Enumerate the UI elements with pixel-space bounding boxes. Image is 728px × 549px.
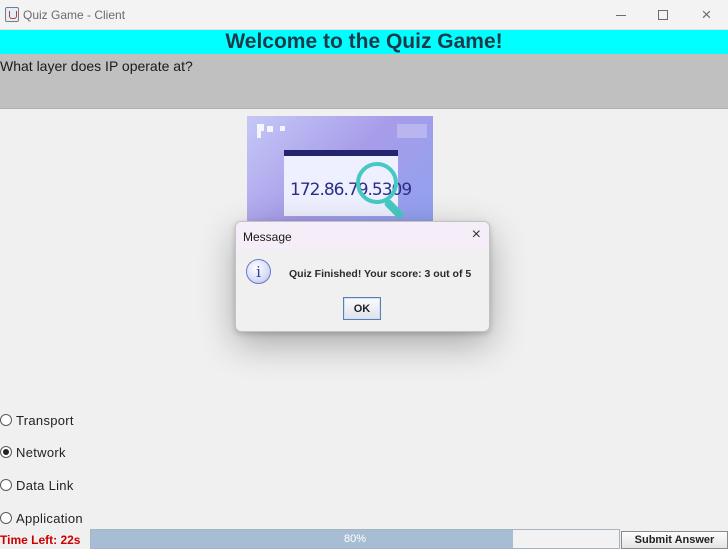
progress-bar: 80% [90,529,620,549]
minimize-button[interactable] [598,0,643,30]
dialog-title: Message [243,230,292,244]
question-text: What layer does IP operate at? [0,58,193,74]
radio-button[interactable] [0,479,12,491]
information-icon: i [246,259,271,284]
option-label: Application [16,510,83,526]
maximize-icon [657,10,668,20]
time-left-label: Time Left: 22s [0,533,81,547]
dialog-close-button[interactable]: × [472,226,481,244]
ok-button[interactable]: OK [343,297,381,320]
magnifier-icon [356,162,398,204]
pixel-decoration [267,126,273,132]
pixel-decoration [280,126,285,131]
option-application[interactable]: Application [0,509,83,527]
option-data-link[interactable]: Data Link [0,476,74,494]
question-image: 172.86.79.5309 [247,116,433,228]
dialog-titlebar[interactable]: Message × [236,222,489,250]
radio-button[interactable] [0,414,12,426]
maximize-button[interactable] [640,0,685,30]
message-dialog: Message × i Quiz Finished! Your score: 3… [235,221,490,332]
option-label: Network [16,444,66,460]
pixel-decoration [257,124,264,131]
submit-answer-button[interactable]: Submit Answer [621,531,728,549]
close-window-button[interactable]: × [684,0,728,30]
option-label: Data Link [16,477,74,493]
page-title: Welcome to the Quiz Game! [225,30,503,53]
java-app-icon [5,7,19,22]
window-title: Quiz Game - Client [23,8,126,22]
progress-text: 80% [343,533,367,545]
option-network[interactable]: Network [0,443,66,461]
option-label: Transport [16,412,74,428]
radio-button[interactable] [0,512,12,524]
option-transport[interactable]: Transport [0,411,74,429]
question-panel: What layer does IP operate at? [0,54,728,109]
window-titlebar[interactable]: Quiz Game - Client × [0,0,728,30]
dialog-message: Quiz Finished! Your score: 3 out of 5 [289,268,472,280]
close-icon: × [701,5,712,24]
welcome-header: Welcome to the Quiz Game! [0,30,728,54]
pixel-decoration [257,131,261,138]
minimize-icon [615,14,626,16]
pixel-decoration [397,124,427,138]
radio-button-selected[interactable] [0,446,12,458]
